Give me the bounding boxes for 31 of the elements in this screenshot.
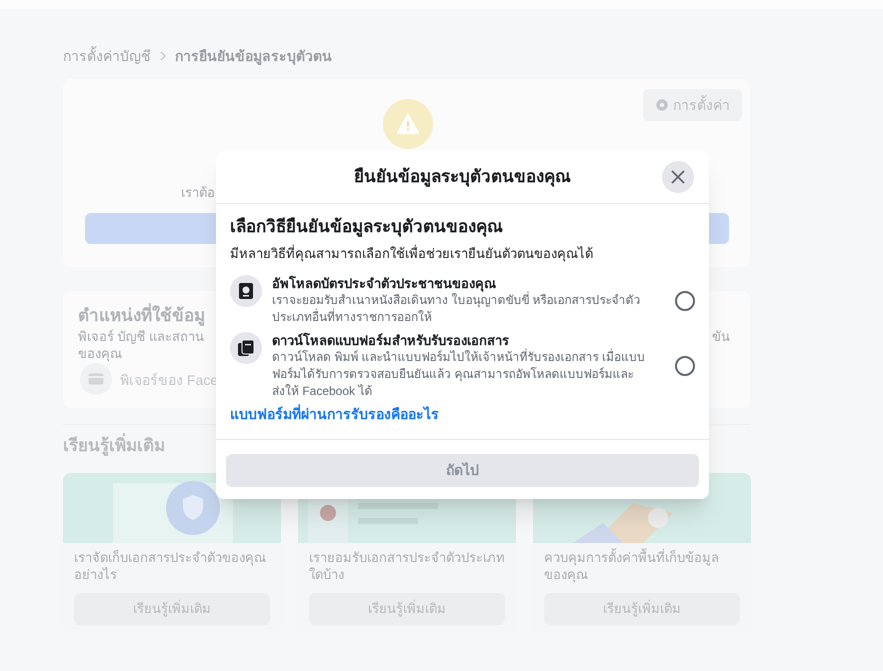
warning-icon — [383, 99, 433, 149]
settings-icon — [655, 98, 669, 112]
card-title: ตำแหน่งที่ใช้ข้อมู — [78, 303, 205, 328]
card-text: ของคุณ — [78, 345, 122, 364]
option-description: เราจะยอมรับสำเนาหนังสือเดินทาง ใบอนุญาตขับขี่ หรือเอกสารประจำตัวประเภทอื่นที่ทางราชการออกให้ — [272, 292, 642, 326]
radio-button[interactable] — [675, 290, 695, 310]
dialog-title: ยืนยันข้อมูลระบุตัวตนของคุณ — [354, 166, 571, 189]
passport-icon — [230, 275, 262, 307]
option-description: ดาวน์โหลด พิมพ์ และนำแบบฟอร์มไปให้เจ้าหน้าที่รับรองเอกสาร เมื่อแบบฟอร์มได้รับการตรวจสอบยืนยันแล้ว คุณสามารถอัพโหลดแบบฟอร์มและส่งให้ Facebook ได้ — [272, 349, 646, 400]
card-text: เราจัดเก็บเอกสารประจำตัวของคุณอย่างไร — [73, 548, 267, 584]
feature-label: พิเจอร์ของ Face — [120, 371, 218, 390]
documents-icon — [230, 332, 262, 364]
card-text: ควบคุมการตั้งค่าพื้นที่เก็บข้อมูลของคุณ — [543, 547, 720, 584]
radio-button[interactable] — [675, 356, 695, 376]
option-title: ดาวน์โหลดแบบฟอร์มสำหรับรับรองเอกสาร — [272, 332, 510, 348]
close-icon — [671, 170, 685, 184]
option-row[interactable]: ดาวน์โหลดแบบฟอร์มสำหรับรับรองเอกสาร ดาวน์โหลด พิมพ์ และนำแบบฟอร์มไปให้เจ้าหน้าที่รับรองเอกสาร เมื่อแบบฟอร์มได้รับการตรวจสอบยืนยันแล้ว คุณสามารถอัพโหลดแบบฟอร์มและส่งให้ Facebook ได้ — [230, 332, 695, 400]
chevron-icon — [159, 51, 167, 61]
close-button[interactable] — [662, 161, 694, 193]
dialog-heading: เลือกวิธียืนยันข้อมูลระบุตัวตนของคุณ — [230, 216, 503, 239]
dialog-subtitle: มีหลายวิธีที่คุณสามารถเลือกใช้เพื่อช่วยเรายืนยันตัวตนของคุณได้ — [230, 244, 593, 263]
card-text: เรายอมรับเอกสารประจำตัวประเภทใดบ้าง — [308, 548, 506, 584]
card-text: ขัน — [712, 328, 730, 346]
breadcrumb-item[interactable]: การตั้งค่าบัญชี — [63, 46, 151, 66]
card-text: เราต้อ — [181, 184, 215, 202]
card-icon — [80, 363, 112, 395]
help-link[interactable]: แบบฟอร์มที่ผ่านการรับรองคืออะไร — [230, 404, 439, 425]
card-text: พิเจอร์ บัญชี และสถาน — [78, 328, 204, 346]
option-row[interactable]: อัพโหลดบัตรประจำตัวประชาชนของคุณ เราจะยอมรับสำเนาหนังสือเดินทาง ใบอนุญาตขับขี่ หรือเอกสารประจำตัวประเภทอื่นที่ทางราชการออกให้ — [230, 275, 695, 326]
option-title: อัพโหลดบัตรประจำตัวประชาชนของคุณ — [272, 275, 496, 292]
breadcrumb-item: การยืนยันข้อมูลระบุตัวตน — [175, 46, 332, 66]
